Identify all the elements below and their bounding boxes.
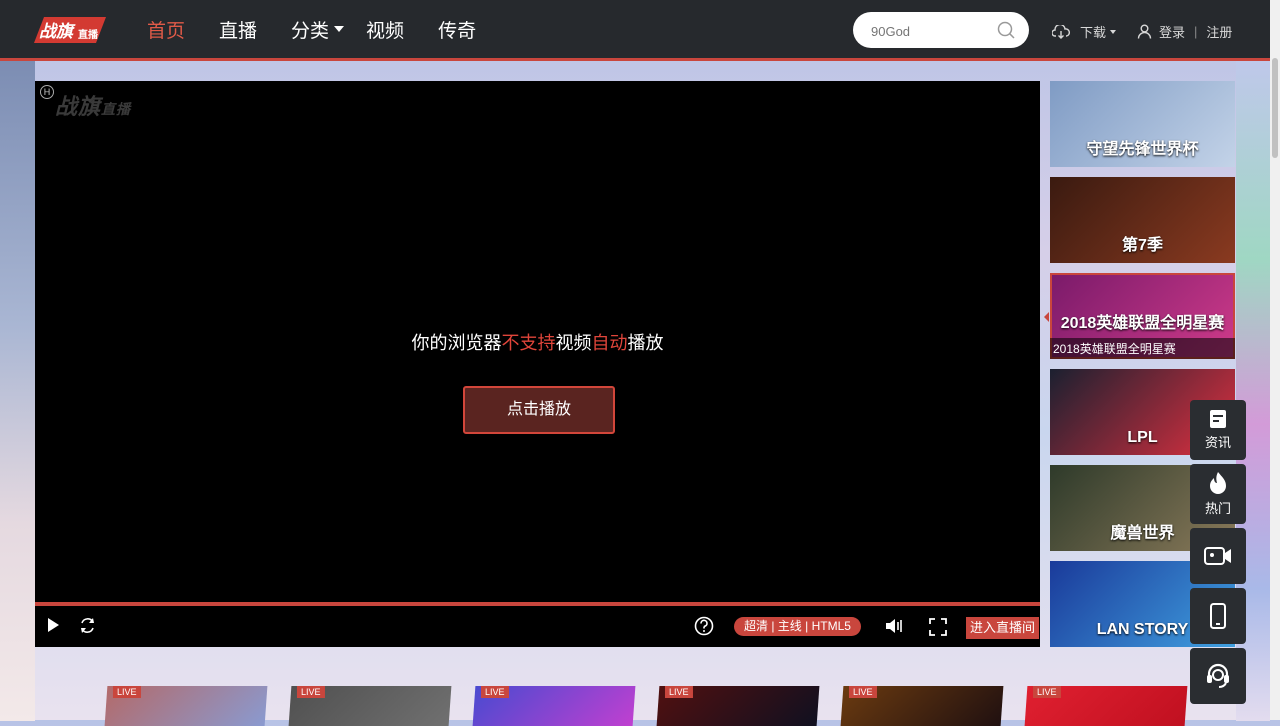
tool-label: 资讯 (1204, 435, 1231, 450)
nav-label: 传奇 (438, 20, 477, 42)
message-text: 你的浏览器 (411, 333, 502, 353)
player-watermark: 战旗直播 (55, 89, 131, 121)
thumbnail-title: 守望先锋世界杯 (1086, 141, 1199, 158)
nav-item-live[interactable]: 直播 (219, 16, 257, 43)
nav-label: 首页 (147, 20, 186, 42)
thumbnail-caption: 2018英雄联盟全明星赛 (1050, 338, 1235, 359)
watermark-sub-text: 直播 (101, 101, 132, 117)
tool-mobile[interactable] (1190, 588, 1246, 644)
refresh-icon[interactable] (79, 617, 96, 634)
nav-label: 视频 (366, 20, 405, 42)
thumbnail-title: 第7季 (1122, 237, 1163, 254)
enter-live-room-button[interactable]: 进入直播间 (966, 617, 1040, 639)
tool-hot[interactable]: 热门 (1190, 464, 1246, 524)
download-label: 下载 (1080, 25, 1107, 40)
selected-arrow-icon (1044, 312, 1049, 322)
live-badge: LIVE (112, 686, 141, 698)
live-card[interactable]: LIVE (1024, 686, 1188, 726)
user-area: 登录 | 注册 (1137, 22, 1232, 41)
live-card[interactable]: LIVE (104, 686, 268, 726)
download-menu[interactable]: 下载 (1052, 22, 1117, 41)
mobile-icon (1210, 603, 1226, 629)
tool-support[interactable] (1190, 648, 1246, 704)
main-nav: 首页 直播 分类 视频 传奇 (147, 0, 510, 58)
live-card[interactable]: LIVE (840, 686, 1004, 726)
live-card[interactable]: LIVE (656, 686, 820, 726)
message-text: 视频 (555, 333, 592, 353)
live-badge: LIVE (480, 686, 509, 698)
tool-news[interactable]: 资讯 (1190, 400, 1246, 460)
search-icon[interactable] (997, 21, 1015, 39)
watermark-text: 战旗 (55, 94, 102, 119)
caret-down-icon (334, 26, 345, 32)
live-card[interactable]: LIVE (472, 686, 636, 726)
autoplay-message: 你的浏览器不支持视频自动播放 (35, 329, 1040, 355)
click-to-play-button[interactable]: 点击播放 (463, 386, 615, 434)
top-navigation-bar: 战旗 直播 首页 直播 分类 视频 传奇 下载 登录 | 注册 (0, 0, 1270, 61)
live-badge: LIVE (848, 686, 877, 698)
camera-icon (1204, 547, 1231, 565)
separator: | (1194, 24, 1198, 39)
user-icon (1137, 24, 1152, 39)
cloud-download-icon (1052, 24, 1070, 39)
live-badge: LIVE (664, 686, 693, 698)
nav-item-home[interactable]: 首页 (147, 16, 185, 43)
message-highlight: 不支持 (501, 333, 556, 353)
fire-icon (1210, 472, 1226, 494)
nav-item-video[interactable]: 视频 (366, 16, 404, 43)
logo-sub-text: 直播 (78, 28, 99, 41)
video-player[interactable]: H 战旗直播 你的浏览器不支持视频自动播放 点击播放 超清 | 主线 | HTM… (35, 81, 1040, 647)
logo-text: 战旗 (39, 22, 76, 41)
search-input[interactable] (869, 20, 993, 42)
nav-label: 分类 (291, 20, 330, 42)
live-card[interactable]: LIVE (288, 686, 452, 726)
background-art-left (0, 61, 35, 721)
quality-selector[interactable]: 超清 | 主线 | HTML5 (734, 617, 861, 636)
news-icon (1210, 410, 1226, 428)
fullscreen-icon[interactable] (929, 618, 947, 636)
tool-camera[interactable] (1190, 528, 1246, 584)
player-controls: 超清 | 主线 | HTML5 进入直播间 (35, 606, 1040, 647)
hd-badge: H (40, 85, 54, 99)
volume-icon[interactable] (885, 618, 903, 634)
login-link[interactable]: 登录 (1159, 22, 1185, 41)
featured-thumbnail[interactable]: 2018英雄联盟全明星赛 2018英雄联盟全明星赛 (1050, 273, 1235, 359)
nav-label: 直播 (219, 20, 258, 42)
register-link[interactable]: 注册 (1206, 22, 1232, 41)
live-badge: LIVE (1032, 686, 1061, 698)
tool-label: 热门 (1204, 501, 1231, 516)
nav-item-category[interactable]: 分类 (291, 16, 345, 43)
search-box (853, 12, 1029, 48)
featured-thumbnail[interactable]: 第7季 (1050, 177, 1235, 263)
page-scrollbar[interactable] (1270, 0, 1280, 720)
floating-toolbar: 资讯 热门 (1190, 400, 1246, 708)
thumbnail-title: 2018英雄联盟全明星赛 (1060, 315, 1225, 332)
caret-down-icon (1110, 29, 1117, 34)
message-text: 播放 (627, 333, 664, 353)
play-icon[interactable] (46, 617, 60, 633)
site-logo[interactable]: 战旗 直播 (34, 13, 106, 47)
scrollbar-thumb[interactable] (1272, 58, 1278, 158)
nav-item-legend[interactable]: 传奇 (438, 16, 476, 43)
help-icon[interactable] (694, 616, 714, 636)
support-icon (1207, 663, 1229, 688)
message-highlight: 自动 (591, 333, 628, 353)
live-badge: LIVE (296, 686, 325, 698)
featured-thumbnail[interactable]: 守望先锋世界杯 (1050, 81, 1235, 167)
